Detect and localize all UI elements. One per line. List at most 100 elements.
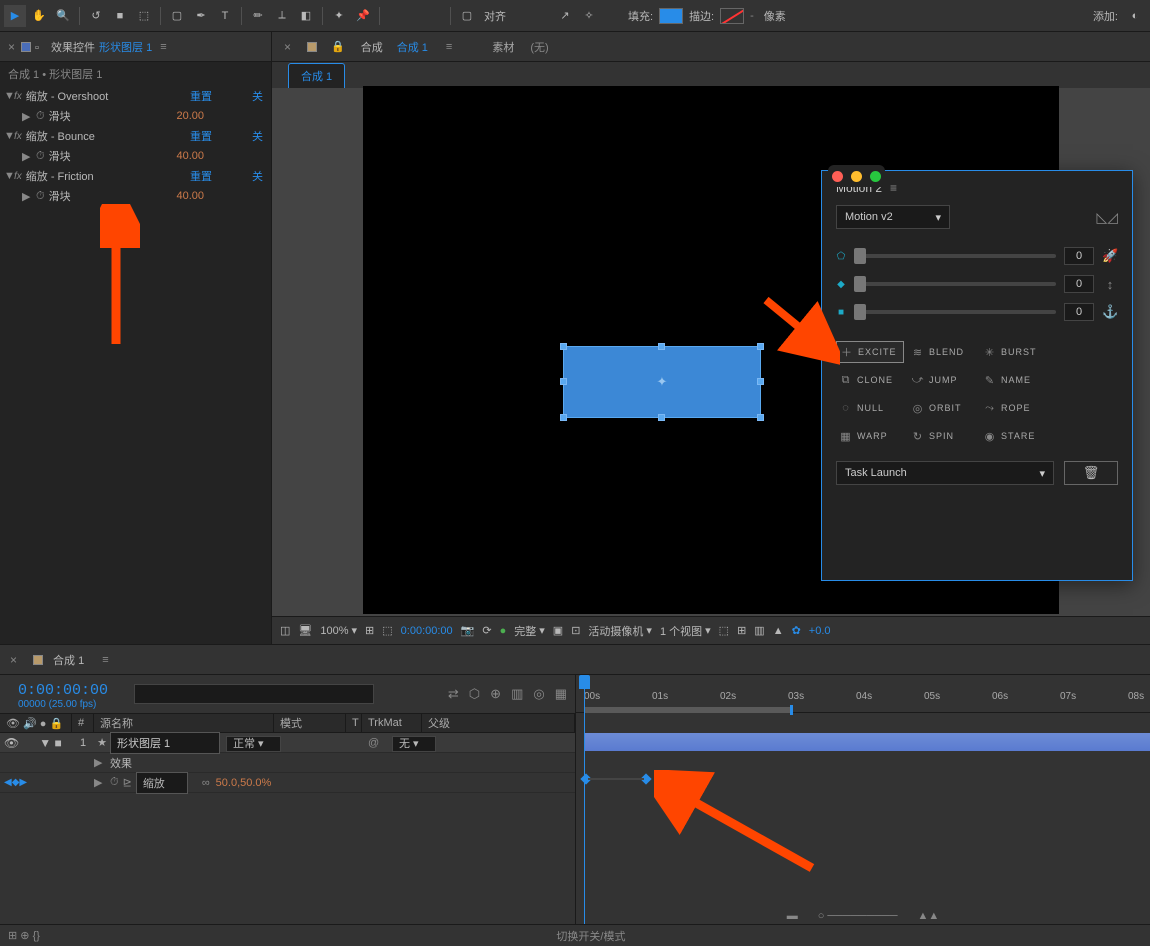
col-source[interactable]: 源名称	[94, 714, 274, 732]
vp-icon-7[interactable]: ▣	[553, 624, 563, 637]
slider-thumb[interactable]	[854, 304, 866, 320]
clone-tool[interactable]: ⟂	[271, 5, 293, 27]
anchor-point-icon[interactable]: ✦	[657, 374, 668, 390]
resize-handle-br[interactable]	[757, 414, 764, 421]
add-button[interactable]: ◐	[1124, 5, 1146, 27]
motion-btn-jump[interactable]: ⤻JUMP	[908, 369, 976, 391]
timeline-menu-icon[interactable]: ≡	[102, 654, 108, 666]
motion2-panel[interactable]: Motion 2≡ Motion v2▾ ◺◿ ⬠ 0 🚀 ◆ 0 ↕ ■ 0 …	[821, 170, 1133, 581]
stopwatch-icon[interactable]: ⏱	[36, 150, 45, 163]
slider-value-1[interactable]: 0	[1064, 247, 1094, 265]
orbit-tool[interactable]: ↺	[85, 5, 107, 27]
vp-icon-1[interactable]: ◫	[280, 624, 290, 637]
effect-property[interactable]: 滑块	[49, 108, 71, 124]
reset-link[interactable]: 重置	[190, 168, 212, 184]
lock-icon[interactable]: ▫	[35, 42, 45, 52]
motion-graph-icon[interactable]: ◺◿	[1096, 209, 1118, 226]
resize-handle-bl[interactable]	[560, 414, 567, 421]
status-icon-2[interactable]: ⊕	[20, 929, 29, 942]
resize-handle-bm[interactable]	[658, 414, 665, 421]
camera-dropdown[interactable]: 活动摄像机 ▾	[588, 623, 652, 639]
resize-handle-mr[interactable]	[757, 378, 764, 385]
timeline-search-input[interactable]	[134, 684, 374, 704]
window-minimize-icon[interactable]	[851, 171, 862, 182]
motion-version-dropdown[interactable]: Motion v2▾	[836, 205, 950, 229]
effect-value[interactable]: 40.00	[176, 150, 204, 162]
vp-icon-3[interactable]: ⊞	[365, 624, 374, 637]
work-area-bar[interactable]	[584, 707, 791, 713]
stroke-swatch[interactable]	[720, 8, 744, 24]
scale-property-label[interactable]: 缩放	[136, 772, 188, 794]
reset-exposure-icon[interactable]: ✿	[792, 624, 801, 637]
disclosure-icon[interactable]: ▶	[22, 150, 30, 163]
window-close-icon[interactable]	[832, 171, 843, 182]
motion-slider-3[interactable]	[854, 310, 1056, 314]
mode-dropdown[interactable]: 正常 ▾	[226, 736, 281, 752]
keyframe-nav[interactable]: ◀◆▶	[0, 777, 26, 788]
close-link[interactable]: 关	[252, 88, 263, 104]
scale-value[interactable]: 50.0,50.0%	[216, 777, 272, 789]
motion-btn-excite[interactable]: ＋EXCITE	[836, 341, 904, 363]
link-icon[interactable]: ∞	[202, 777, 210, 789]
timeline-ruler[interactable]: 00s01s02s03s04s05s06s07s08s	[576, 675, 1150, 713]
comp-active-tab[interactable]: 合成 1	[288, 63, 345, 88]
exposure-value[interactable]: +0.0	[809, 625, 831, 637]
comp-tab-link[interactable]: 合成 1	[397, 39, 428, 55]
stopwatch-icon[interactable]: ⏱	[36, 110, 45, 123]
timeline-timecode[interactable]: 0:00:00:00	[8, 678, 116, 699]
col-mode[interactable]: 模式	[274, 714, 346, 732]
camera-tool[interactable]: ■	[109, 5, 131, 27]
parent-dropdown[interactable]: 无 ▾	[392, 736, 436, 752]
current-time-indicator[interactable]	[584, 675, 585, 924]
col-t[interactable]: T	[346, 714, 362, 732]
vp-icon-2[interactable]: 🖥	[298, 624, 312, 637]
motion-slider-1[interactable]	[854, 254, 1056, 258]
roto-tool[interactable]: ✦	[328, 5, 350, 27]
comp-lock-icon[interactable]: 🔒	[331, 40, 345, 53]
comp-tab-close[interactable]: ×	[284, 40, 291, 54]
col-parent[interactable]: 父级	[422, 714, 575, 732]
layer-name-input[interactable]: 形状图层 1	[110, 732, 220, 754]
brush-tool[interactable]: ✏	[247, 5, 269, 27]
tl-icon-c[interactable]: ⊕	[490, 686, 501, 702]
vp-time[interactable]: 0:00:00:00	[401, 625, 453, 637]
disclosure-icon[interactable]: ▼	[4, 130, 12, 142]
motion-btn-spin[interactable]: ↻SPIN	[908, 425, 976, 447]
disclosure-icon[interactable]: ▶	[22, 190, 30, 203]
fill-swatch[interactable]	[659, 8, 683, 24]
up-down-icon[interactable]: ↕	[1102, 277, 1118, 292]
vp-icon-11[interactable]: ▥	[754, 624, 764, 637]
region-tool[interactable]: ⬚	[133, 5, 155, 27]
status-icon-1[interactable]: ⊞	[8, 929, 17, 942]
tl-icon-b[interactable]: ⬡	[469, 686, 480, 702]
motion-btn-null[interactable]: ◌NULL	[836, 397, 904, 419]
tab-close-icon[interactable]: ×	[8, 40, 15, 54]
effect-name[interactable]: 缩放 - Friction	[26, 168, 94, 184]
effect-value[interactable]: 40.00	[176, 190, 204, 202]
vp-icon-10[interactable]: ⊞	[737, 624, 746, 637]
zoom-dropdown[interactable]: 100% ▾	[320, 624, 357, 637]
slider-thumb[interactable]	[854, 276, 866, 292]
shape-tool[interactable]: ▢	[166, 5, 188, 27]
resize-handle-tl[interactable]	[560, 343, 567, 350]
task-launch-dropdown[interactable]: Task Launch▾	[836, 461, 1054, 485]
vp-icon-9[interactable]: ⬚	[719, 624, 729, 637]
layer-switches[interactable]: 👁 ▼ ■	[0, 736, 72, 750]
motion-btn-rope[interactable]: ⤳ROPE	[980, 397, 1048, 419]
motion-btn-stare[interactable]: ◉STARE	[980, 425, 1048, 447]
vp-channels-icon[interactable]: ●	[500, 625, 507, 637]
resize-handle-tm[interactable]	[658, 343, 665, 350]
tl-icon-f[interactable]: ▦	[555, 686, 567, 702]
anchor-icon[interactable]: ⚓	[1102, 304, 1118, 320]
motion-btn-warp[interactable]: ▦WARP	[836, 425, 904, 447]
fx-badge-icon[interactable]: fx	[14, 91, 22, 102]
comp-menu-icon[interactable]: ≡	[446, 41, 452, 53]
zoom-tool[interactable]: 🔍	[52, 5, 74, 27]
panel-tab-link[interactable]: 形状图层 1	[99, 39, 152, 55]
disclosure-icon[interactable]: ▼	[4, 170, 12, 182]
fx-badge-icon[interactable]: fx	[14, 171, 22, 182]
vp-icon-12[interactable]: ▲	[773, 625, 784, 637]
layer-duration-bar[interactable]	[584, 733, 1150, 751]
timeline-tab-label[interactable]: 合成 1	[53, 652, 84, 668]
work-area-end-handle[interactable]	[790, 705, 793, 715]
